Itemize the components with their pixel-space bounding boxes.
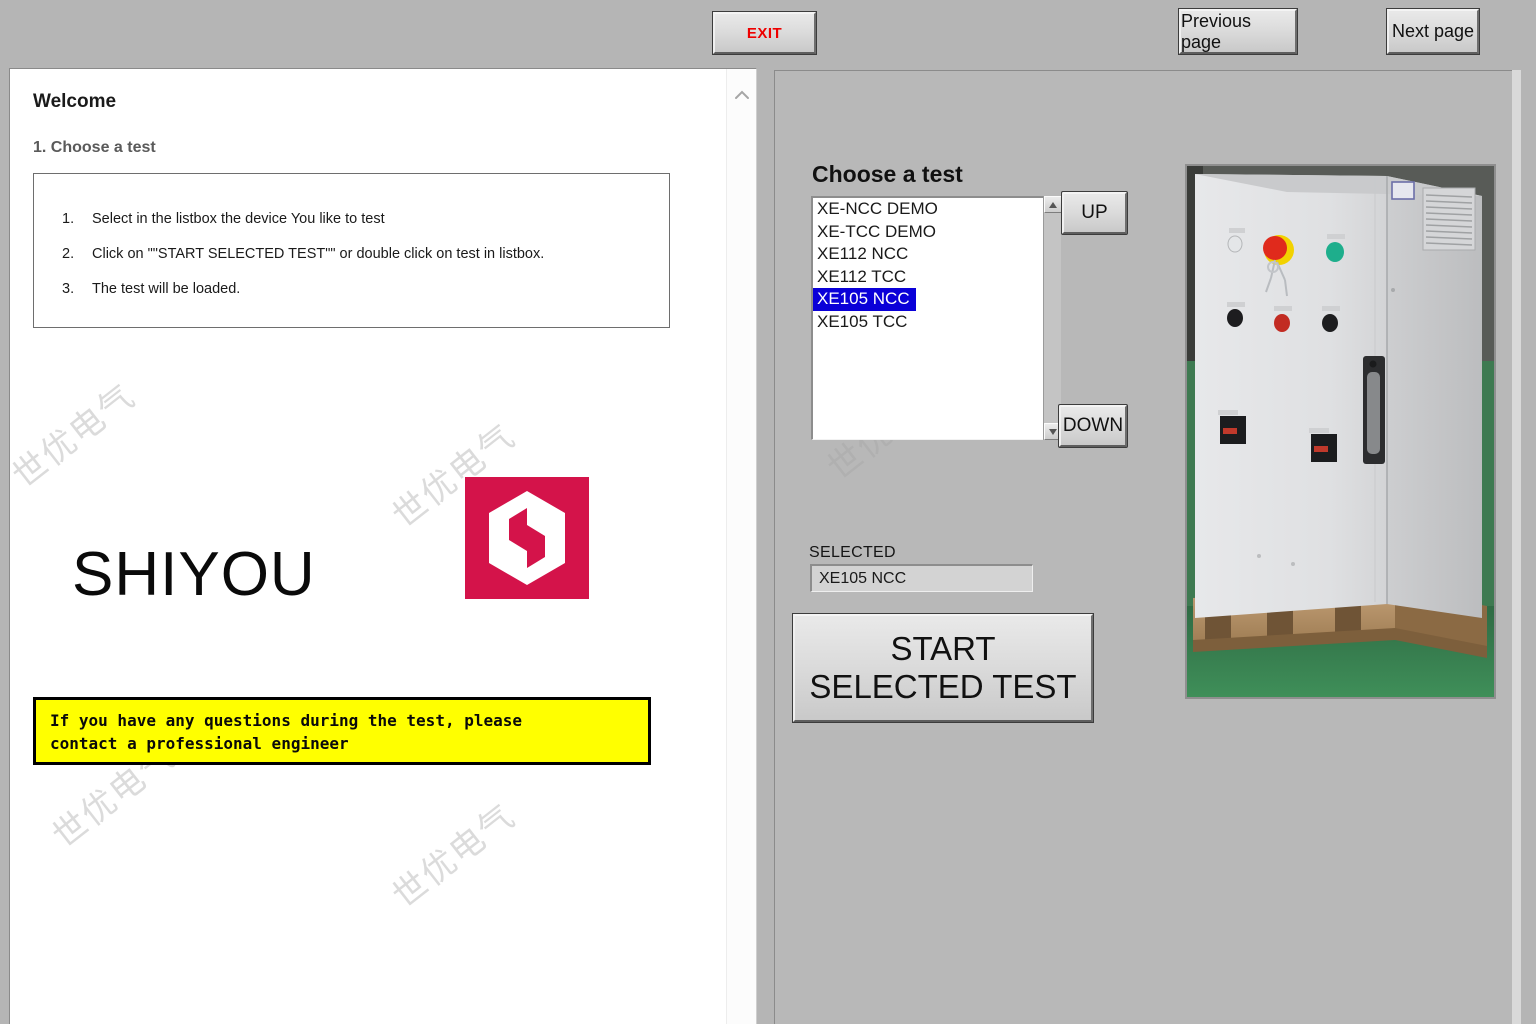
list-item[interactable]: XE-TCC DEMO <box>813 221 1058 244</box>
instruction-text: The test will be loaded. <box>92 281 241 297</box>
instruction-number: 1. <box>62 211 75 227</box>
notice-text: If you have any questions during the tes… <box>50 711 523 754</box>
brand-wordmark: SHIYOU <box>72 540 316 609</box>
instruction-item: 3. The test will be loaded. <box>62 281 240 297</box>
list-item[interactable]: XE105 TCC <box>813 311 1058 334</box>
chevron-up-icon[interactable] <box>734 87 750 103</box>
next-page-button-label: Next page <box>1391 21 1475 41</box>
cabinet-photo <box>1185 164 1496 699</box>
top-toolbar: EXIT Previous page Next page <box>0 0 1536 68</box>
list-item[interactable]: XE112 TCC <box>813 266 1058 289</box>
document-panel: 世优电气 世优电气 世优电气 世优电气 Welcome 1. Choose a … <box>9 68 757 1024</box>
selected-label: SELECTED <box>809 544 896 561</box>
panel-edge-strip <box>1512 70 1521 1024</box>
instruction-text: Select in the listbox the device You lik… <box>92 211 385 227</box>
application-window: EXIT Previous page Next page 世优电气 世优电气 世… <box>0 0 1536 1024</box>
instruction-text: Click on ""START SELECTED TEST"" or doub… <box>92 246 545 262</box>
scroll-up-arrow-icon[interactable] <box>1044 196 1062 213</box>
test-listbox[interactable]: XE-NCC DEMO XE-TCC DEMO XE112 NCC XE112 … <box>811 196 1059 440</box>
down-button-label: DOWN <box>1062 415 1124 436</box>
listbox-scrollbar[interactable] <box>1043 196 1062 440</box>
instruction-item: 2. Click on ""START SELECTED TEST"" or d… <box>62 246 544 262</box>
scroll-up-button[interactable]: UP <box>1061 191 1128 235</box>
scroll-down-button[interactable]: DOWN <box>1058 404 1128 448</box>
instructions-box: 1. Select in the listbox the device You … <box>33 173 670 328</box>
shiyou-hexagon-logo-icon <box>489 491 565 585</box>
document-scrollbar[interactable] <box>726 69 756 1024</box>
instruction-item: 1. Select in the listbox the device You … <box>62 211 385 227</box>
brand-logo <box>465 477 589 599</box>
list-item[interactable]: XE112 NCC <box>813 243 1058 266</box>
notice-box: If you have any questions during the tes… <box>33 697 651 765</box>
previous-page-button[interactable]: Previous page <box>1178 8 1298 55</box>
watermark: 世优电气 <box>385 796 524 917</box>
start-selected-test-button-label: START SELECTED TEST <box>809 630 1077 705</box>
list-item[interactable]: XE-NCC DEMO <box>813 198 1058 221</box>
watermark: 世优电气 <box>9 376 144 497</box>
exit-button[interactable]: EXIT <box>712 11 817 55</box>
up-button-label: UP <box>1081 202 1108 223</box>
page-title: Welcome <box>33 91 117 112</box>
document-content: 世优电气 世优电气 世优电气 世优电气 Welcome 1. Choose a … <box>10 69 728 1024</box>
exit-button-label: EXIT <box>746 24 783 42</box>
instruction-number: 3. <box>62 281 75 297</box>
selected-value-field[interactable]: XE105 NCC <box>810 564 1033 592</box>
start-selected-test-button[interactable]: START SELECTED TEST <box>792 613 1094 723</box>
next-page-button[interactable]: Next page <box>1386 8 1480 55</box>
previous-page-button-label: Previous page <box>1181 10 1252 52</box>
list-item-selected[interactable]: XE105 NCC <box>813 288 916 311</box>
electrical-cabinet-photo-graphic <box>1187 166 1494 697</box>
choose-test-label: Choose a test <box>812 161 963 187</box>
instruction-number: 2. <box>62 246 75 262</box>
section-heading: 1. Choose a test <box>33 139 156 156</box>
